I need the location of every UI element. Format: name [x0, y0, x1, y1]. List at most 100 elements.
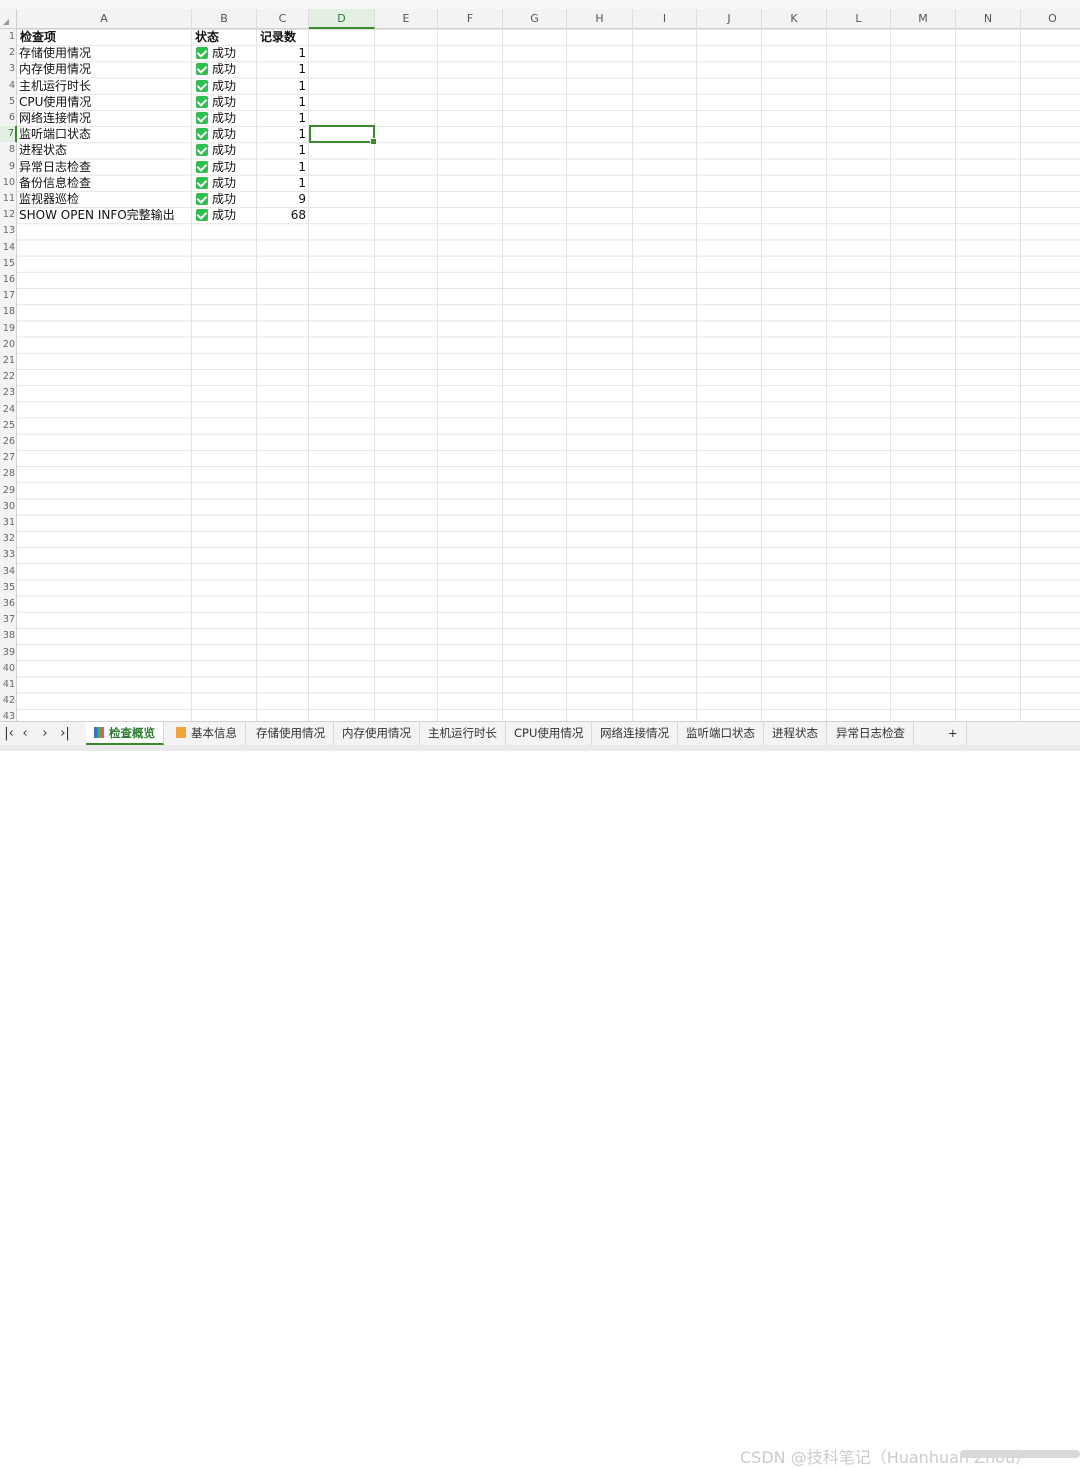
column-header-h[interactable]: H — [567, 9, 633, 29]
sheet-tab[interactable]: 主机运行时长 — [420, 722, 506, 745]
last-sheet-button[interactable]: ›| — [56, 725, 74, 743]
row-header-31[interactable]: 31 — [0, 515, 17, 532]
success-check-icon — [196, 176, 208, 189]
row-header-15[interactable]: 15 — [0, 255, 17, 272]
row-header-23[interactable]: 23 — [0, 385, 17, 402]
row-header-21[interactable]: 21 — [0, 353, 17, 370]
cell-record-count: 1 — [298, 94, 306, 109]
row-header-2[interactable]: 2 — [0, 45, 17, 62]
row-header-20[interactable]: 20 — [0, 336, 17, 353]
column-gridline — [890, 29, 891, 721]
column-header-f[interactable]: F — [438, 9, 503, 29]
row-header-6[interactable]: 6 — [0, 110, 17, 127]
status-text: 成功 — [212, 46, 237, 61]
column-header-c[interactable]: C — [257, 9, 309, 29]
sheet-tab[interactable]: 基本信息 — [168, 722, 246, 745]
next-sheet-button[interactable]: › — [36, 725, 54, 743]
row-header-17[interactable]: 17 — [0, 288, 17, 305]
row-header-8[interactable]: 8 — [0, 142, 17, 159]
row-header-19[interactable]: 19 — [0, 320, 17, 337]
select-all-corner[interactable] — [0, 9, 17, 29]
row-header-9[interactable]: 9 — [0, 158, 17, 175]
column-header-e[interactable]: E — [375, 9, 438, 29]
fill-handle[interactable] — [370, 138, 377, 145]
sheet-tab-label: 基本信息 — [191, 726, 237, 740]
row-header-13[interactable]: 13 — [0, 223, 17, 240]
sheet-tab[interactable]: CPU使用情况 — [506, 722, 593, 745]
column-header-m[interactable]: M — [891, 9, 956, 29]
row-header-36[interactable]: 36 — [0, 596, 17, 613]
sheet-tab-label: 异常日志检查 — [836, 726, 905, 740]
row-header-34[interactable]: 34 — [0, 563, 17, 580]
column-gridline — [955, 29, 956, 721]
row-header-1[interactable]: 1 — [0, 29, 17, 46]
row-header-5[interactable]: 5 — [0, 93, 17, 110]
column-header-o[interactable]: O — [1021, 9, 1080, 29]
sheet-tab[interactable]: 监听端口状态 — [678, 722, 764, 745]
status-text: 成功 — [212, 111, 237, 125]
row-header-7[interactable]: 7 — [0, 126, 17, 143]
row-header-41[interactable]: 41 — [0, 677, 17, 694]
document-sheet-icon — [176, 727, 186, 738]
row-header-39[interactable]: 39 — [0, 644, 17, 661]
column-header-a[interactable]: A — [17, 9, 192, 29]
sheet-tab-label: CPU使用情况 — [514, 726, 584, 740]
row-header-33[interactable]: 33 — [0, 547, 17, 564]
sheet-tab[interactable]: 网络连接情况 — [592, 722, 678, 745]
status-text: 成功 — [212, 127, 237, 142]
row-header-18[interactable]: 18 — [0, 304, 17, 321]
row-header-32[interactable]: 32 — [0, 531, 17, 548]
row-header-26[interactable]: 26 — [0, 434, 17, 451]
row-header-3[interactable]: 3 — [0, 61, 17, 78]
spreadsheet-grid[interactable]: ABCDEFGHIJKLMNO 1 2 3 4 5 6 7 8 9 10 11 12 13 14 15 16 1… — [0, 0, 1080, 721]
horizontal-scrollbar[interactable] — [960, 1450, 1080, 1458]
row-header-28[interactable]: 28 — [0, 466, 17, 483]
row-header-11[interactable]: 11 — [0, 191, 17, 208]
success-check-icon — [196, 209, 208, 222]
success-check-icon — [196, 144, 208, 157]
row-header-14[interactable]: 14 — [0, 239, 17, 256]
row-header-25[interactable]: 25 — [0, 417, 17, 434]
status-text: 成功 — [212, 192, 237, 206]
sheet-tab[interactable]: 进程状态 — [764, 722, 827, 745]
column-header-d[interactable]: D — [309, 9, 375, 29]
sheet-tab-label: 存储使用情况 — [256, 726, 325, 740]
row-header-16[interactable]: 16 — [0, 272, 17, 289]
column-header-n[interactable]: N — [956, 9, 1021, 29]
column-header-l[interactable]: L — [827, 9, 891, 29]
cell-check-item: 内存使用情况 — [19, 62, 92, 77]
row-header-12[interactable]: 12 — [0, 207, 17, 224]
column-header-g[interactable]: G — [503, 9, 567, 29]
row-header-38[interactable]: 38 — [0, 628, 17, 645]
row-header-22[interactable]: 22 — [0, 369, 17, 386]
row-header-42[interactable]: 42 — [0, 693, 17, 710]
add-sheet-button[interactable]: + — [940, 722, 967, 745]
selected-cell[interactable] — [309, 125, 377, 145]
row-header-4[interactable]: 4 — [0, 77, 17, 94]
cell-record-count: 1 — [298, 46, 306, 61]
sheet-tab[interactable]: 异常日志检查 — [828, 722, 914, 745]
row-header-43[interactable]: 43 — [0, 709, 17, 721]
sheet-tab[interactable]: 存储使用情况 — [248, 722, 334, 745]
row-header-24[interactable]: 24 — [0, 401, 17, 418]
success-check-icon — [196, 63, 208, 76]
sheet-tab[interactable]: 内存使用情况 — [334, 722, 420, 745]
column-header-j[interactable]: J — [697, 9, 762, 29]
status-text: 成功 — [212, 175, 237, 190]
column-header-i[interactable]: I — [633, 9, 697, 29]
status-text: 成功 — [212, 143, 237, 158]
sheet-tab[interactable]: 检查概览 — [86, 722, 164, 745]
column-header-k[interactable]: K — [762, 9, 827, 29]
row-header-27[interactable]: 27 — [0, 450, 17, 467]
column-gridline — [566, 29, 567, 721]
row-header-35[interactable]: 35 — [0, 579, 17, 596]
status-text: 成功 — [212, 78, 237, 93]
row-header-10[interactable]: 10 — [0, 174, 17, 191]
row-header-30[interactable]: 30 — [0, 498, 17, 515]
row-header-40[interactable]: 40 — [0, 660, 17, 677]
row-header-29[interactable]: 29 — [0, 482, 17, 499]
cell-status: 成功 — [196, 78, 256, 94]
prev-sheet-button[interactable]: ‹ — [16, 725, 34, 743]
row-header-37[interactable]: 37 — [0, 612, 17, 629]
column-header-b[interactable]: B — [192, 9, 257, 29]
